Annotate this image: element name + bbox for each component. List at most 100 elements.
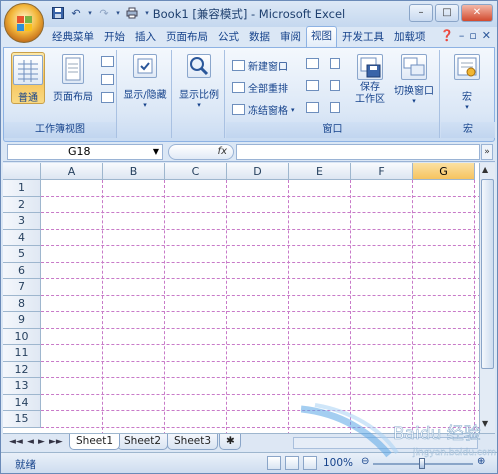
- column-header-d[interactable]: D: [227, 163, 289, 180]
- new-window-button[interactable]: 新建窗口: [232, 58, 288, 73]
- unhide-window-button[interactable]: [306, 102, 319, 113]
- sheet-tab-2[interactable]: Sheet2: [117, 434, 169, 450]
- full-screen-button[interactable]: [101, 92, 114, 103]
- zoom-out-icon[interactable]: ⊖: [361, 456, 369, 467]
- insert-sheet-icon[interactable]: ✱: [219, 434, 241, 450]
- column-header-a[interactable]: A: [41, 163, 103, 180]
- row-header-12[interactable]: 12: [3, 361, 41, 378]
- new-window-label: 新建窗口: [248, 62, 288, 73]
- page-break-preview-icon: [101, 56, 114, 67]
- group-label-window: 窗口: [226, 122, 439, 138]
- row-header-1[interactable]: 1: [3, 180, 41, 197]
- tab-data[interactable]: 数据: [244, 27, 275, 47]
- zoom-icon: [187, 54, 211, 78]
- worksheet-grid[interactable]: ABCDEFG 1 2 3 4 5 6 7 8 9 10 11 12 13 14 15: [3, 163, 479, 433]
- tab-page-layout[interactable]: 页面布局: [161, 27, 213, 47]
- arrange-all-button[interactable]: 全部重排: [232, 80, 288, 95]
- page-layout-view-button[interactable]: 页面布局: [51, 52, 95, 104]
- view-side-by-side-button[interactable]: [330, 58, 340, 69]
- show-hide-dropdown-icon: ▾: [143, 101, 147, 109]
- column-header-c[interactable]: C: [165, 163, 227, 180]
- tab-view[interactable]: 视图: [306, 26, 337, 47]
- switch-windows-button[interactable]: 切换窗口 ▾: [391, 52, 437, 120]
- last-sheet-icon[interactable]: ►►: [49, 437, 63, 447]
- tab-developer[interactable]: 开发工具: [337, 27, 389, 47]
- column-header-f[interactable]: F: [351, 163, 413, 180]
- full-screen-icon: [101, 92, 114, 103]
- sheet-tab-1[interactable]: Sheet1: [69, 434, 121, 450]
- page-break-hline: [41, 344, 479, 345]
- normal-view-status-icon[interactable]: [267, 456, 281, 470]
- row-header-10[interactable]: 10: [3, 328, 41, 345]
- tab-insert[interactable]: 插入: [130, 27, 161, 47]
- scroll-down-icon[interactable]: ▼: [482, 419, 488, 428]
- first-sheet-icon[interactable]: ◄◄: [9, 437, 23, 447]
- page-break-hline: [41, 327, 479, 329]
- zoom-button[interactable]: 显示比例 ▾: [176, 52, 222, 132]
- row-header-15[interactable]: 15: [3, 411, 41, 428]
- name-box[interactable]: G18 ▼: [7, 144, 163, 160]
- page-layout-view-label: 页面布局: [53, 92, 93, 103]
- row-header-11[interactable]: 11: [3, 345, 41, 362]
- normal-view-button[interactable]: 普通: [11, 52, 45, 104]
- zoom-slider-thumb[interactable]: [419, 458, 425, 469]
- freeze-panes-button[interactable]: 冻结窗格 ▾: [232, 102, 295, 117]
- custom-views-button[interactable]: [101, 74, 114, 85]
- ribbon-restore-icon[interactable]: ▫: [469, 29, 476, 42]
- prev-sheet-icon[interactable]: ◄: [27, 437, 34, 447]
- column-header-e[interactable]: E: [289, 163, 351, 180]
- row-header-14[interactable]: 14: [3, 394, 41, 411]
- row-header-3[interactable]: 3: [3, 213, 41, 230]
- hide-window-button[interactable]: [306, 80, 319, 91]
- save-workspace-button[interactable]: 保存 工作区: [350, 52, 390, 120]
- macros-button[interactable]: 宏 ▾: [447, 52, 487, 120]
- row-header-9[interactable]: 9: [3, 312, 41, 329]
- office-button[interactable]: [4, 3, 44, 43]
- sheet-tab-3[interactable]: Sheet3: [167, 434, 219, 450]
- row-header-7[interactable]: 7: [3, 279, 41, 296]
- close-button[interactable]: ✕: [461, 4, 493, 22]
- tab-review[interactable]: 审阅: [275, 27, 306, 47]
- tab-formulas[interactable]: 公式: [213, 27, 244, 47]
- save-workspace-label-line2: 工作区: [355, 94, 385, 105]
- expand-formula-bar-icon[interactable]: »: [481, 144, 493, 160]
- row-header-13[interactable]: 13: [3, 378, 41, 395]
- row-header-2[interactable]: 2: [3, 196, 41, 213]
- split-button[interactable]: [306, 58, 319, 69]
- page-layout-status-icon[interactable]: [285, 456, 299, 470]
- vertical-scrollbar[interactable]: ▲ ▼: [479, 163, 495, 433]
- hide-window-icon: [306, 80, 319, 91]
- horizontal-scrollbar[interactable]: [293, 437, 478, 449]
- select-all-corner[interactable]: [3, 163, 41, 180]
- ribbon-minimize-icon[interactable]: –: [459, 29, 465, 42]
- synchronous-scrolling-button[interactable]: [330, 80, 340, 91]
- tab-add-ins[interactable]: 加载项: [389, 27, 431, 47]
- tab-classic-menu[interactable]: 经典菜单: [47, 27, 99, 47]
- sheet-tab-bar: ◄◄ ◄ ► ►► Sheet1 Sheet2 Sheet3 ✱: [3, 433, 495, 451]
- page-break-status-icon[interactable]: [303, 456, 317, 470]
- scroll-up-icon[interactable]: ▲: [482, 165, 488, 174]
- zoom-in-icon[interactable]: ⊕: [477, 456, 485, 467]
- minimize-button[interactable]: –: [409, 4, 433, 22]
- name-box-dropdown-icon[interactable]: ▼: [153, 145, 159, 159]
- next-sheet-icon[interactable]: ►: [38, 437, 45, 447]
- normal-view-icon: [13, 55, 43, 85]
- formula-input[interactable]: [236, 144, 480, 160]
- column-header-g[interactable]: G: [413, 163, 475, 180]
- group-macros: 宏 ▾ 宏: [441, 50, 495, 138]
- tab-home[interactable]: 开始: [99, 27, 130, 47]
- zoom-level[interactable]: 100%: [323, 457, 353, 469]
- row-header-6[interactable]: 6: [3, 262, 41, 279]
- ribbon-close-icon[interactable]: ✕: [482, 29, 491, 42]
- page-break-preview-button[interactable]: [101, 56, 114, 67]
- row-header-8[interactable]: 8: [3, 295, 41, 312]
- row-header-4[interactable]: 4: [3, 229, 41, 246]
- column-header-b[interactable]: B: [103, 163, 165, 180]
- insert-function-button[interactable]: fx: [168, 144, 234, 160]
- reset-window-position-button[interactable]: [330, 102, 340, 113]
- show-hide-button[interactable]: 显示/隐藏 ▾: [121, 52, 169, 132]
- vertical-scroll-thumb[interactable]: [481, 179, 494, 369]
- row-header-5[interactable]: 5: [3, 246, 41, 263]
- maximize-button[interactable]: □: [435, 4, 459, 22]
- help-icon[interactable]: ❓: [440, 29, 454, 42]
